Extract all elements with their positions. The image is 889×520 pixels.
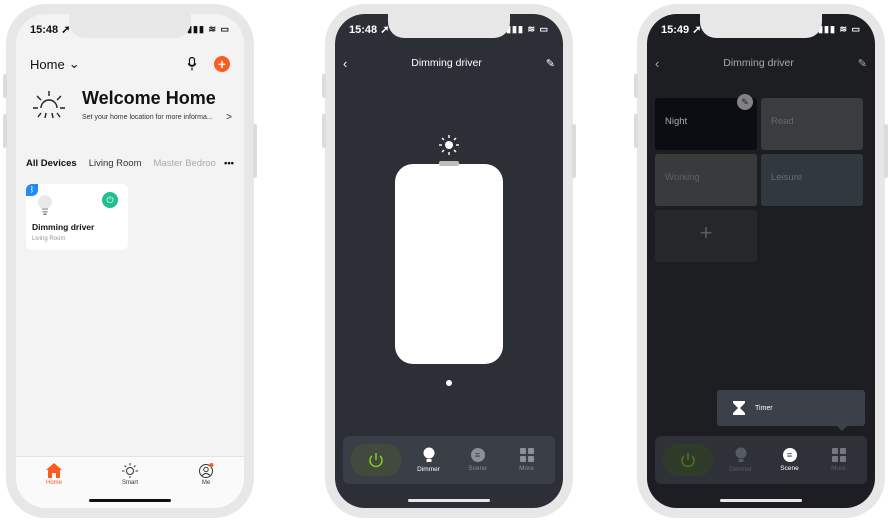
dimmer-label: Dimmer xyxy=(729,466,752,473)
signal-battery-icon: ▮▮▮ ≋ ▭ xyxy=(187,23,230,34)
bulb-icon xyxy=(735,447,746,462)
scene-button[interactable]: ≡ Scene xyxy=(456,448,500,472)
home-selector-label: Home xyxy=(30,56,65,72)
device-room: Living Room xyxy=(32,236,66,242)
brightness-icon xyxy=(439,135,459,155)
scene-label: Scene xyxy=(468,465,487,472)
bulb-icon xyxy=(38,195,52,215)
notch xyxy=(700,14,822,38)
control-bar: Dimmer ≡ Scene More xyxy=(655,436,867,484)
device-card[interactable]: ᛒ ⏻ Dimming driver Living Room xyxy=(26,184,128,250)
notch xyxy=(388,14,510,38)
more-label: More xyxy=(519,465,534,472)
status-time: 15:48 xyxy=(349,23,378,36)
side-button xyxy=(634,114,638,148)
scene-icon: ≡ xyxy=(470,448,485,462)
phone-home-screen: 15:48 ➚ ▮▮▮ ≋ ▭ Home ⌄ + Welcome Home Se… xyxy=(3,4,257,518)
grid-icon xyxy=(831,448,846,462)
scene-label: Scene xyxy=(780,465,799,472)
tab-home-label: Home xyxy=(45,480,62,486)
bulb-icon xyxy=(423,447,434,462)
tab-home[interactable]: Home xyxy=(29,463,79,508)
notch xyxy=(69,14,191,38)
page-indicator xyxy=(446,380,452,386)
screen: 15:48 ➚ ▮▮▮ ≋ ▭ Home ⌄ + Welcome Home Se… xyxy=(16,14,244,508)
welcome-subtitle: Set your home location for more informa.… xyxy=(82,114,213,121)
nav-bar: ‹ Dimming driver ✎ xyxy=(343,54,555,72)
status-time: 15:49 xyxy=(661,23,690,36)
more-button[interactable]: More xyxy=(505,448,549,472)
side-button xyxy=(322,74,326,98)
dimmer-button[interactable]: Dimmer xyxy=(719,447,763,473)
tab-smart-label: Smart xyxy=(121,480,138,486)
timer-option[interactable]: Timer xyxy=(755,405,773,412)
tab-all-devices[interactable]: All Devices xyxy=(26,158,77,178)
smart-sun-icon xyxy=(122,463,138,478)
more-label: More xyxy=(831,465,846,472)
more-button[interactable]: More xyxy=(817,448,861,472)
profile-icon xyxy=(199,463,214,478)
power-button[interactable] xyxy=(661,444,714,476)
scene-button[interactable]: ≡ Scene xyxy=(768,448,812,472)
add-device-button[interactable]: + xyxy=(214,56,230,72)
tab-me-label: Me xyxy=(201,480,211,486)
dim-overlay[interactable] xyxy=(647,14,875,508)
home-selector[interactable]: Home ⌄ xyxy=(30,56,80,72)
room-tabs: All Devices Living Room Master Bedroo ••… xyxy=(26,158,234,178)
welcome-title: Welcome Home xyxy=(82,88,216,108)
back-arrow-icon[interactable]: ‹ xyxy=(343,56,347,71)
side-button xyxy=(253,124,257,178)
side-button xyxy=(3,114,7,148)
side-button xyxy=(572,124,576,178)
dimmer-button[interactable]: Dimmer xyxy=(407,447,451,473)
side-button xyxy=(3,74,7,98)
home-indicator xyxy=(408,499,490,502)
scene-icon: ≡ xyxy=(782,448,797,462)
power-button[interactable] xyxy=(349,444,402,476)
device-name: Dimming driver xyxy=(32,222,95,232)
home-indicator xyxy=(720,499,802,502)
dimmer-label: Dimmer xyxy=(417,466,440,473)
welcome-banner[interactable]: Welcome Home Set your home location for … xyxy=(32,88,232,132)
tab-master-bedroom[interactable]: Master Bedroo xyxy=(154,158,216,178)
power-icon xyxy=(368,453,383,468)
more-popup: Timer xyxy=(717,390,865,431)
brightness-slider[interactable] xyxy=(395,161,503,364)
control-bar: Dimmer ≡ Scene More xyxy=(343,436,555,484)
hourglass-icon xyxy=(733,401,745,415)
home-indicator xyxy=(89,499,171,502)
tab-living-room[interactable]: Living Room xyxy=(89,158,142,178)
screen: 15:49 ➚ ▮▮▮ ≋ ▭ ‹ Dimming driver ✎ Night… xyxy=(647,14,875,508)
side-button xyxy=(322,114,326,148)
device-power-button[interactable]: ⏻ xyxy=(102,192,118,208)
chevron-down-icon: ⌄ xyxy=(68,56,80,71)
home-icon xyxy=(46,463,62,478)
weather-sun-icon xyxy=(33,91,65,119)
power-icon xyxy=(680,453,695,468)
phone-dimmer-screen: 15:48 ➚ ▮▮▮ ≋ ▭ ‹ Dimming driver ✎ Dimme… xyxy=(322,4,576,518)
microphone-icon[interactable] xyxy=(184,56,200,72)
page-title: Dimming driver xyxy=(411,57,482,69)
tab-me[interactable]: Me xyxy=(181,463,231,508)
phone-scene-screen: 15:49 ➚ ▮▮▮ ≋ ▭ ‹ Dimming driver ✎ Night… xyxy=(634,4,888,518)
status-time: 15:48 xyxy=(30,23,59,36)
signal-battery-icon: ▮▮▮ ≋ ▭ xyxy=(506,23,549,34)
side-button xyxy=(634,74,638,98)
chevron-right-icon: > xyxy=(226,112,232,123)
grid-icon xyxy=(519,448,534,462)
edit-pencil-icon[interactable]: ✎ xyxy=(546,57,555,70)
slider-handle[interactable] xyxy=(439,161,459,166)
screen: 15:48 ➚ ▮▮▮ ≋ ▭ ‹ Dimming driver ✎ Dimme… xyxy=(335,14,563,508)
signal-battery-icon: ▮▮▮ ≋ ▭ xyxy=(818,23,861,34)
more-rooms-button[interactable]: ••• xyxy=(218,158,234,169)
side-button xyxy=(884,124,888,178)
